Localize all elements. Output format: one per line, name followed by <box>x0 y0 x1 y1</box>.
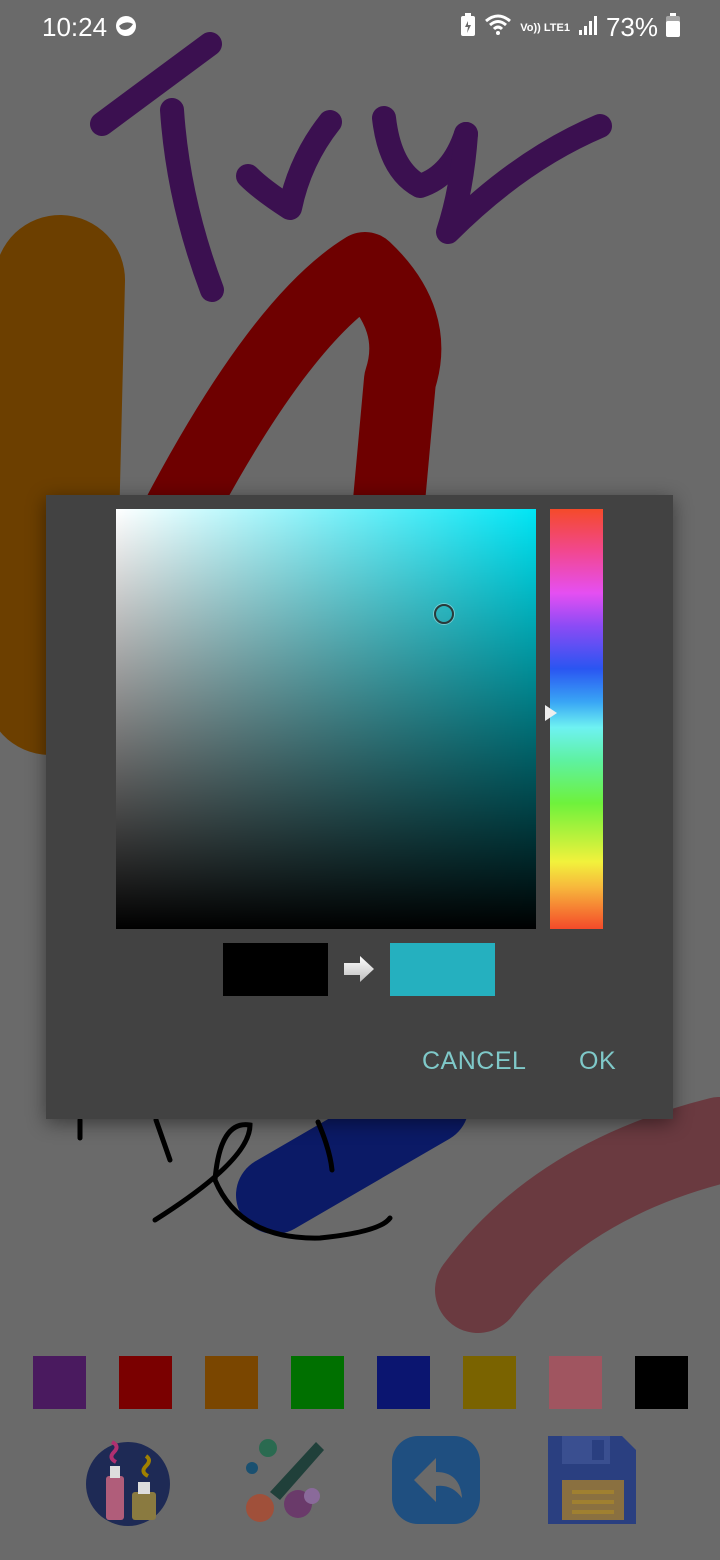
palette-color-swatch[interactable] <box>377 1356 430 1409</box>
palette-color-swatch[interactable] <box>119 1356 172 1409</box>
save-floppy-icon <box>544 1436 640 1532</box>
color-palette <box>33 1356 693 1410</box>
battery-icon <box>666 13 680 42</box>
paint-bottles-icon <box>84 1440 180 1532</box>
color-picker-dialog: CANCEL OK <box>46 495 673 1119</box>
palette-color-swatch[interactable] <box>33 1356 86 1409</box>
undo-icon <box>390 1436 486 1532</box>
palette-color-swatch[interactable] <box>205 1356 258 1409</box>
status-indicators: Vo)) LTE1 73% <box>460 12 680 43</box>
hue-slider-handle-icon[interactable] <box>545 705 557 722</box>
brush-palette-button[interactable] <box>236 1432 332 1528</box>
arrow-right-icon <box>342 954 376 989</box>
brush-palette-icon <box>236 1439 332 1532</box>
hue-slider[interactable] <box>550 509 603 929</box>
cancel-button[interactable]: CANCEL <box>422 1047 526 1076</box>
status-bar: 10:24 Vo)) LTE1 73% <box>0 0 720 56</box>
undo-button[interactable] <box>390 1432 486 1528</box>
saturation-value-square[interactable] <box>116 509 536 929</box>
status-time: 10:24 <box>42 12 108 42</box>
palette-color-swatch[interactable] <box>549 1356 602 1409</box>
palette-color-swatch[interactable] <box>635 1356 688 1409</box>
color-cursor[interactable] <box>433 604 454 624</box>
old-color-swatch <box>223 943 328 996</box>
new-color-swatch <box>390 943 495 996</box>
wifi-icon <box>484 13 512 42</box>
palette-color-swatch[interactable] <box>291 1356 344 1409</box>
ok-button[interactable]: OK <box>579 1047 616 1076</box>
volte-label: Vo)) LTE1 <box>520 21 570 34</box>
battery-percent: 73% <box>605 12 658 42</box>
notification-icon <box>114 14 138 43</box>
battery-saver-icon <box>460 13 476 42</box>
palette-color-swatch[interactable] <box>463 1356 516 1409</box>
paint-bottles-button[interactable] <box>84 1432 180 1528</box>
save-button[interactable] <box>544 1432 640 1528</box>
canvas-stroke-pink <box>435 1097 720 1333</box>
signal-icon <box>578 14 598 41</box>
